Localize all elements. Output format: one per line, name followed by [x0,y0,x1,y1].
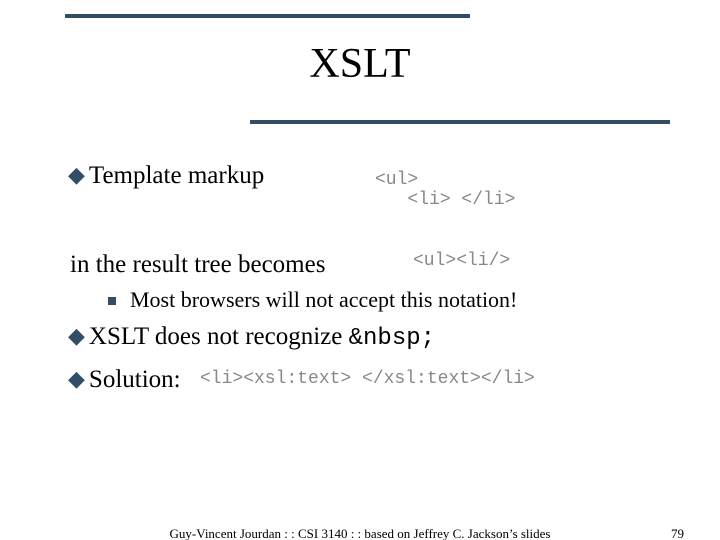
diamond-bullet-icon: ◆ [68,364,85,394]
top-rule-decoration [65,14,470,18]
bullet-text: Solution: [89,364,181,395]
line-result-tree: in the result tree becomes [70,249,668,280]
footer-attribution: Guy-Vincent Jourdan : : CSI 3140 : : bas… [0,526,720,540]
line-text: in the result tree becomes [70,249,325,280]
content-area: ◆ Template markup in the result tree bec… [68,160,668,395]
mid-rule-decoration [250,120,670,124]
bullet-solution: ◆ Solution: [68,364,668,395]
bullet-text: Template markup [89,160,264,191]
bullet-template-markup: ◆ Template markup [68,160,668,191]
slide-title: XSLT [0,40,720,88]
slide: XSLT <ul> <li> </li> <ul><li/> <li><xsl:… [0,0,720,540]
diamond-bullet-icon: ◆ [68,321,85,351]
bullet-nbsp: ◆ XSLT does not recognize &nbsp; [68,321,668,354]
sub-bullet-text: Most browsers will not accept this notat… [130,287,517,313]
page-number: 79 [671,526,684,540]
square-bullet-icon [108,297,116,305]
diamond-bullet-icon: ◆ [68,160,85,190]
bullet-text: XSLT does not recognize &nbsp; [89,321,435,354]
sub-bullet-browsers: Most browsers will not accept this notat… [108,287,668,313]
